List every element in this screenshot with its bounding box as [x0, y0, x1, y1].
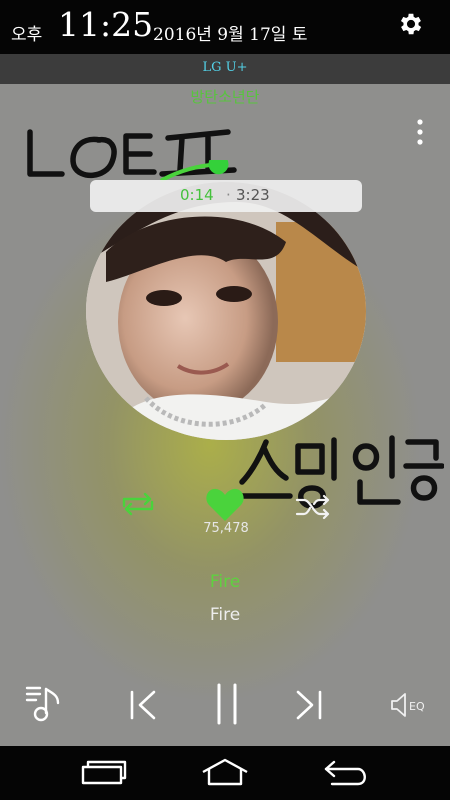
pause-icon[interactable] — [210, 682, 244, 726]
next-icon[interactable] — [292, 688, 328, 722]
album-title: Fire — [209, 605, 241, 625]
progress-knob[interactable] — [208, 160, 229, 175]
playlist-icon[interactable] — [24, 683, 64, 723]
handwritten-note-bottom — [239, 435, 444, 509]
status-time: 11:25 — [58, 5, 154, 44]
like-count: 75,478 — [203, 521, 249, 536]
repeat-icon[interactable] — [118, 490, 158, 518]
previous-icon[interactable] — [124, 688, 160, 722]
gear-icon[interactable] — [397, 10, 425, 38]
home-icon[interactable] — [200, 756, 250, 788]
more-options-icon[interactable] — [409, 116, 431, 150]
eq-label: EQ — [409, 700, 425, 713]
status-bar: 오후 11:25 2016년 9월 17일 토 — [0, 0, 450, 54]
equalizer-button[interactable]: EQ — [388, 690, 432, 720]
song-title: Fire — [209, 572, 241, 592]
status-ampm: 오후 — [11, 25, 43, 45]
total-duration: 3:23 — [236, 186, 270, 204]
elapsed-time: 0:14 — [180, 186, 214, 204]
shuffle-icon[interactable] — [294, 493, 332, 521]
speaker-icon: EQ — [391, 693, 425, 717]
time-display: 0:14 · 3:23 — [90, 180, 362, 212]
back-icon[interactable] — [320, 756, 372, 788]
navigation-bar — [0, 746, 450, 800]
time-separator: · — [226, 186, 231, 204]
recent-apps-icon[interactable] — [78, 758, 128, 786]
status-date: 2016년 9월 17일 토 — [153, 25, 308, 45]
like-heart-icon[interactable] — [205, 488, 245, 522]
carrier-bar: LG U+ — [0, 54, 450, 84]
carrier-label: LG U+ — [202, 60, 248, 75]
artist-name[interactable]: 방탄소년단 — [0, 86, 450, 107]
